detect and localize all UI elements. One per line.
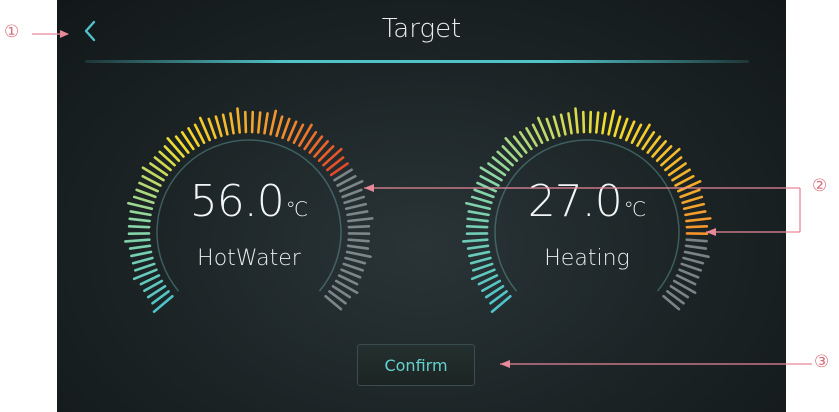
hot-water-temperature-unit: ℃ bbox=[285, 197, 309, 221]
gauge-tick bbox=[257, 111, 262, 134]
page-title: Target bbox=[381, 14, 462, 44]
gauge-tick bbox=[214, 115, 223, 138]
gauge-tick bbox=[263, 112, 269, 135]
gauge-tick bbox=[660, 147, 681, 167]
manual-figure: Target 56.0 ℃ HotWater 27.0 ℃ Heating Conf… bbox=[0, 0, 839, 412]
header-divider bbox=[85, 60, 749, 63]
gauge-tick bbox=[552, 115, 561, 138]
gauge-tick bbox=[124, 238, 151, 243]
callout-3-marker: ③ bbox=[814, 352, 830, 372]
gauge-tick bbox=[601, 112, 607, 135]
hot-water-gauge[interactable]: 56.0 ℃ HotWater bbox=[119, 100, 379, 360]
confirm-button[interactable]: Confirm bbox=[357, 344, 475, 386]
gauge-tick bbox=[567, 112, 573, 135]
gauge-tick bbox=[574, 107, 579, 134]
heating-temperature: 27.0 ℃ bbox=[457, 176, 717, 227]
gauge-tick bbox=[269, 109, 278, 136]
heating-gauge-ticks bbox=[462, 107, 712, 314]
gauge-tick bbox=[347, 238, 370, 243]
gauge-tick bbox=[322, 147, 343, 167]
gauge-tick bbox=[462, 238, 489, 243]
gauge-tick bbox=[545, 117, 555, 140]
hot-water-label: HotWater bbox=[197, 246, 301, 271]
device-screen: Target 56.0 ℃ HotWater 27.0 ℃ Heating Conf… bbox=[57, 0, 786, 412]
hot-water-temperature-value: 56.0 bbox=[189, 176, 285, 227]
callout-1-marker: ① bbox=[4, 22, 20, 42]
gauge-tick bbox=[281, 117, 291, 140]
gauge-tick bbox=[625, 120, 636, 142]
callout-2-marker: ② bbox=[812, 176, 828, 196]
gauge-tick bbox=[607, 109, 616, 136]
gauge-tick bbox=[243, 110, 248, 134]
gauge-tick bbox=[613, 115, 622, 138]
gauge-tick bbox=[595, 111, 600, 134]
gauge-tick bbox=[236, 107, 241, 134]
gauge-tick bbox=[207, 117, 217, 140]
heating-temperature-value: 27.0 bbox=[527, 176, 623, 227]
gauge-tick bbox=[221, 113, 229, 136]
gauge-tick bbox=[685, 238, 708, 243]
gauge-tick bbox=[275, 115, 284, 138]
heating-temperature-unit: ℃ bbox=[623, 197, 647, 221]
hot-water-gauge-ticks bbox=[124, 107, 374, 314]
gauge-tick bbox=[287, 120, 298, 142]
hot-water-temperature: 56.0 ℃ bbox=[119, 176, 379, 227]
gauge-tick bbox=[588, 110, 593, 134]
heating-label: Heating bbox=[544, 246, 630, 271]
gauge-tick bbox=[250, 110, 255, 134]
heating-gauge[interactable]: 27.0 ℃ Heating bbox=[457, 100, 717, 360]
gauge-tick bbox=[229, 112, 235, 135]
gauge-tick bbox=[581, 110, 586, 134]
gauge-tick bbox=[559, 113, 567, 136]
gauge-tick bbox=[619, 117, 629, 140]
